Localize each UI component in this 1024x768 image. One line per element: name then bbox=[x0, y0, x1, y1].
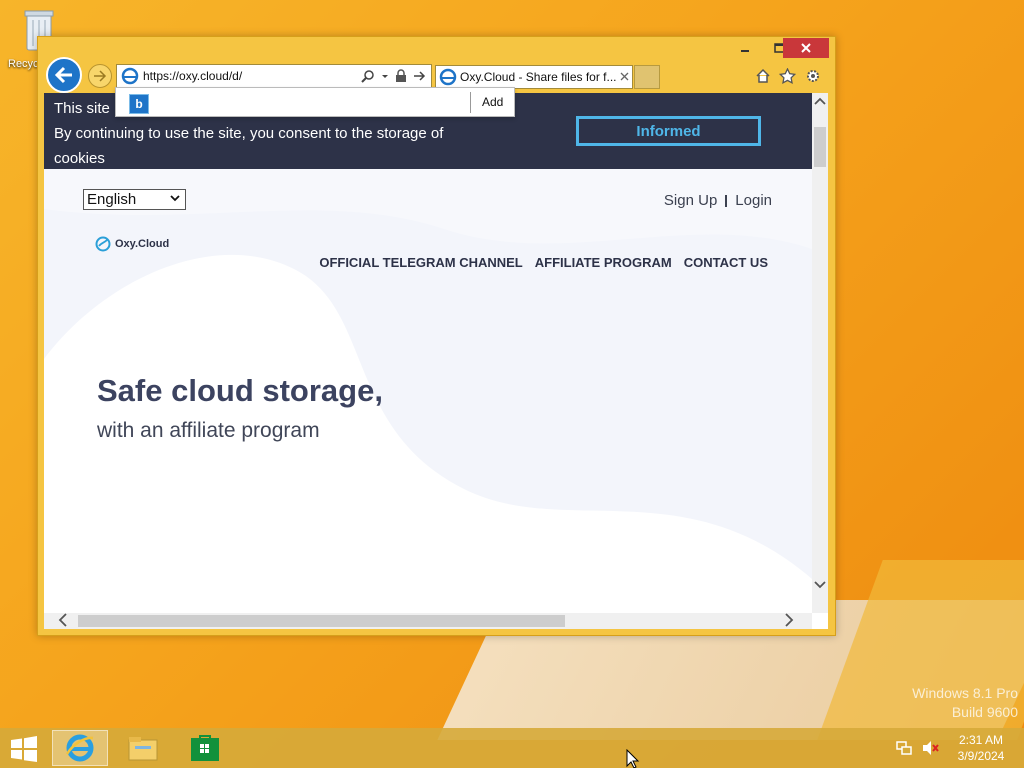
gear-icon bbox=[807, 70, 819, 82]
clock-date: 3/9/2024 bbox=[957, 749, 1005, 763]
vertical-scrollbar[interactable] bbox=[812, 93, 828, 613]
address-suggestion-dropdown: b Add bbox=[115, 87, 515, 117]
tab-title: Oxy.Cloud - Share files for f... bbox=[460, 70, 616, 84]
start-button[interactable] bbox=[10, 736, 38, 762]
scroll-up-icon[interactable] bbox=[814, 95, 826, 109]
store-icon bbox=[191, 735, 219, 761]
system-tray bbox=[896, 740, 940, 756]
bing-search-provider-icon[interactable]: b bbox=[129, 94, 149, 114]
oxy-cloud-logo-icon bbox=[95, 236, 111, 252]
taskbar-store[interactable] bbox=[177, 730, 233, 766]
home-icon bbox=[756, 68, 770, 83]
star-icon bbox=[778, 68, 796, 84]
chevron-down-icon bbox=[169, 192, 181, 207]
favorites-button[interactable] bbox=[778, 67, 796, 85]
home-button[interactable] bbox=[754, 67, 772, 85]
browser-window: https://oxy.cloud/d/ Oxy.Cloud - Share f… bbox=[37, 36, 836, 636]
address-bar[interactable]: https://oxy.cloud/d/ bbox=[116, 64, 432, 88]
logo-text: Oxy.Cloud bbox=[115, 238, 170, 250]
close-icon bbox=[620, 72, 628, 81]
windows-watermark: Windows 8.1 Pro Build 9600 bbox=[912, 684, 1018, 722]
browser-tab-active[interactable]: Oxy.Cloud - Share files for f... bbox=[435, 65, 633, 89]
cookie-banner-line3: cookies bbox=[54, 150, 105, 167]
new-tab-button[interactable] bbox=[634, 65, 660, 89]
volume-muted-icon[interactable] bbox=[922, 740, 940, 756]
hero-subheadline: with an affiliate program bbox=[97, 419, 320, 442]
informed-button[interactable]: Informed bbox=[576, 116, 761, 146]
close-icon bbox=[801, 43, 811, 53]
minimize-button[interactable] bbox=[728, 38, 762, 58]
auth-links: Sign Up Login bbox=[664, 192, 772, 209]
taskbar-file-explorer[interactable] bbox=[115, 730, 171, 766]
search-icon[interactable] bbox=[361, 69, 375, 83]
site-logo[interactable]: Oxy.Cloud bbox=[95, 236, 169, 252]
lock-icon[interactable] bbox=[395, 69, 407, 83]
taskbar-clock[interactable]: 2:31 AM 3/9/2024 bbox=[946, 732, 1016, 764]
vertical-scroll-thumb[interactable] bbox=[814, 127, 826, 167]
language-select[interactable]: English bbox=[83, 189, 186, 210]
nav-affiliate-program[interactable]: AFFILIATE PROGRAM bbox=[535, 255, 672, 270]
back-arrow-icon bbox=[54, 66, 72, 84]
tools-button[interactable] bbox=[804, 67, 822, 85]
file-explorer-icon bbox=[128, 737, 158, 761]
watermark-build: Build 9600 bbox=[951, 704, 1018, 720]
clock-time: 2:31 AM bbox=[958, 733, 1004, 747]
login-link[interactable]: Login bbox=[735, 192, 772, 209]
add-search-provider-button[interactable]: Add bbox=[482, 95, 503, 109]
horizontal-scroll-thumb[interactable] bbox=[78, 615, 565, 627]
tab-close-button[interactable] bbox=[616, 70, 632, 84]
nav-contact-us[interactable]: CONTACT US bbox=[684, 255, 768, 270]
dropdown-caret-icon[interactable] bbox=[381, 69, 389, 83]
scroll-down-icon[interactable] bbox=[814, 579, 826, 593]
taskbar-internet-explorer[interactable] bbox=[52, 730, 108, 766]
ie-favicon-icon bbox=[439, 68, 457, 86]
hero-headline: Safe cloud storage, bbox=[97, 373, 383, 408]
ie-favicon-icon bbox=[121, 67, 139, 85]
auth-divider bbox=[725, 195, 728, 207]
scroll-right-icon[interactable] bbox=[784, 613, 794, 629]
nav-telegram-channel[interactable]: OFFICIAL TELEGRAM CHANNEL bbox=[319, 255, 522, 270]
forward-button[interactable] bbox=[88, 64, 112, 88]
address-url[interactable]: https://oxy.cloud/d/ bbox=[143, 69, 361, 83]
windows-logo-icon bbox=[11, 736, 37, 762]
horizontal-scrollbar[interactable] bbox=[44, 613, 812, 629]
taskbar: 2:31 AM 3/9/2024 bbox=[0, 728, 1024, 768]
language-select-value: English bbox=[87, 191, 137, 208]
go-arrow-icon[interactable] bbox=[413, 69, 427, 83]
page-viewport: This site By continuing to use the site,… bbox=[44, 93, 828, 629]
landing-page: English Sign Up Login Oxy.Cloud OFFICIAL… bbox=[44, 169, 812, 613]
back-button[interactable] bbox=[46, 57, 82, 93]
watermark-edition: Windows 8.1 Pro bbox=[912, 685, 1018, 701]
minimize-icon bbox=[741, 50, 749, 52]
mouse-cursor-icon bbox=[626, 749, 640, 768]
hero-section: Safe cloud storage, with an affiliate pr… bbox=[97, 373, 383, 443]
main-nav: OFFICIAL TELEGRAM CHANNEL AFFILIATE PROG… bbox=[319, 255, 768, 270]
scroll-left-icon[interactable] bbox=[58, 613, 68, 629]
forward-arrow-icon bbox=[94, 70, 107, 82]
recycle-bin-label: Recyc bbox=[8, 58, 39, 70]
suggestion-divider bbox=[470, 92, 471, 113]
network-icon[interactable] bbox=[896, 740, 912, 756]
internet-explorer-icon bbox=[65, 734, 94, 762]
signup-link[interactable]: Sign Up bbox=[664, 192, 717, 209]
close-button[interactable] bbox=[783, 38, 829, 58]
